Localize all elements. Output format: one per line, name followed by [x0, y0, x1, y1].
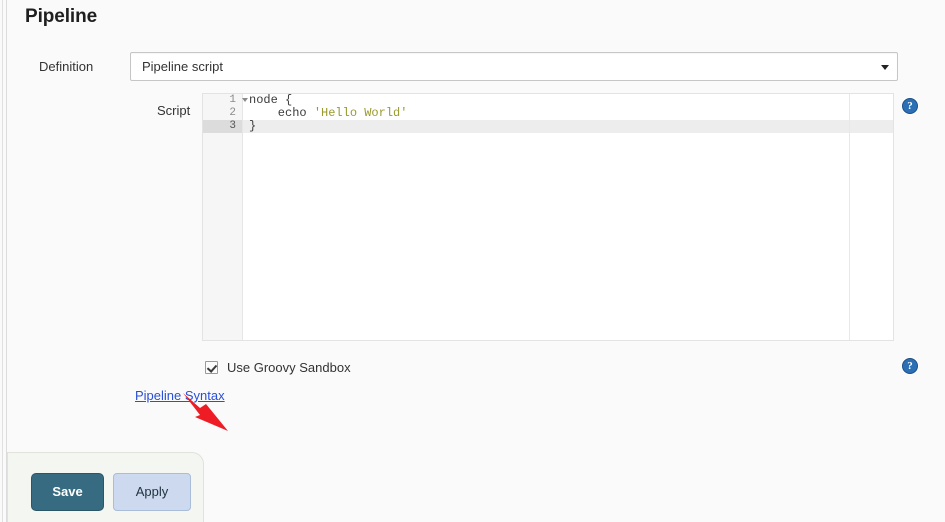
groovy-sandbox-label: Use Groovy Sandbox	[227, 360, 351, 375]
code-line-3: }	[249, 120, 256, 133]
page-left-rule-outer	[2, 0, 3, 522]
script-editor[interactable]: 1 2 3 node { echo 'Hello World' }	[202, 93, 894, 341]
chevron-down-icon	[881, 65, 889, 70]
page-title: Pipeline	[25, 6, 98, 27]
code-string-literal: 'Hello World'	[313, 106, 408, 120]
page-left-rule-inner	[6, 0, 7, 522]
code-line-2: echo 'Hello World'	[249, 106, 408, 120]
gutter-line-number: 3	[229, 120, 236, 132]
definition-select[interactable]: Pipeline script	[130, 52, 898, 81]
save-button[interactable]: Save	[31, 473, 104, 511]
help-icon-script[interactable]: ?	[902, 98, 918, 114]
definition-selected-value: Pipeline script	[142, 59, 223, 74]
gutter-line-number: 2	[229, 107, 236, 119]
active-line-highlight	[243, 120, 893, 133]
gutter-line-3[interactable]: 3	[203, 120, 242, 133]
editor-code-area[interactable]: node { echo 'Hello World' }	[243, 94, 893, 340]
code-text: node {	[249, 93, 293, 107]
gutter-line-number: 1	[229, 94, 236, 106]
apply-button[interactable]: Apply	[113, 473, 191, 511]
gutter-line-2[interactable]: 2	[203, 107, 242, 120]
groovy-sandbox-row[interactable]: Use Groovy Sandbox	[205, 360, 351, 375]
form-button-bar: Save Apply	[7, 452, 204, 522]
help-icon-sandbox[interactable]: ?	[902, 358, 918, 374]
gutter-line-1[interactable]: 1	[203, 94, 248, 107]
print-margin-guide	[849, 94, 850, 340]
code-text: echo	[249, 106, 314, 120]
editor-gutter: 1 2 3	[203, 94, 248, 340]
code-text: }	[249, 119, 257, 133]
groovy-sandbox-checkbox[interactable]	[205, 361, 218, 374]
pipeline-syntax-link[interactable]: Pipeline Syntax	[135, 388, 225, 403]
definition-label: Definition	[39, 59, 94, 74]
script-label: Script	[157, 103, 191, 118]
